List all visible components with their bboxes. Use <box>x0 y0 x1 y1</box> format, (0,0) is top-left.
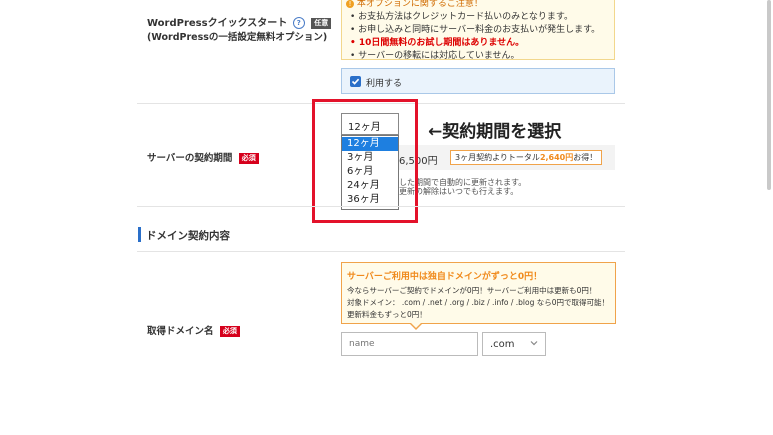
use-option-checkbox[interactable] <box>350 76 361 87</box>
notice-item: • サーバーの移転には対応していません。 <box>350 51 520 61</box>
wordpress-quickstart-label: WordPressクイックスタート ? 任意 <box>147 14 332 29</box>
annotation-text: ←契約期間を選択 <box>428 122 562 142</box>
domain-promo-box: サーバーご利用中は独自ドメインがずっと0円！ 今ならサーバーご契約でドメインが0… <box>341 262 616 330</box>
section-heading-accent <box>138 227 141 242</box>
scrollbar-thumb[interactable] <box>767 0 771 190</box>
domain-name-label: 取得ドメイン名 必須 <box>147 323 240 337</box>
domain-promo-title: サーバーご利用中は独自ドメインがずっと0円！ <box>347 272 543 282</box>
notice-header-text: 本オプションに関するご注意！ <box>356 0 483 9</box>
divider <box>137 251 625 252</box>
wordpress-quickstart-subtitle: (WordPressの一括設定無料オプション) <box>147 32 328 43</box>
optional-badge: 任意 <box>311 17 332 29</box>
domain-promo-line: 今ならサーバーご契約でドメインが0円！サーバーご利用中は更新も0円！ <box>347 286 597 295</box>
tld-select[interactable]: .com <box>482 332 546 356</box>
wordpress-quickstart-title: WordPressクイックスタート <box>147 18 288 29</box>
highlight-frame <box>312 99 418 223</box>
period-promo-badge: 3ヶ月契約よりトータル2,640円お得！ <box>450 150 603 165</box>
use-option-label[interactable]: 利用する <box>366 76 402 89</box>
divider <box>137 206 625 207</box>
notice-item: • お申し込みと同時にサーバー料金のお支払いが発生します。 <box>350 25 601 35</box>
option-notice-box: ! 本オプションに関するご注意！ • お支払方法はクレジットカード払いのみとなり… <box>341 0 615 61</box>
required-badge: 必須 <box>238 153 259 164</box>
chevron-down-icon <box>530 339 538 350</box>
domain-section-heading: ドメイン契約内容 <box>146 230 230 242</box>
callout-pointer-fill <box>411 323 421 328</box>
server-period-label: サーバーの契約期間 必須 <box>147 150 259 164</box>
notice-header: ! 本オプションに関するご注意！ <box>346 0 483 9</box>
required-badge: 必須 <box>219 326 240 337</box>
notice-item-warning: • 10日間無料のお試し期間はありません。 <box>350 38 525 48</box>
help-icon[interactable]: ? <box>292 17 305 29</box>
warning-icon: ! <box>346 0 354 8</box>
use-option-checkbox-row[interactable]: 利用する <box>341 68 615 94</box>
domain-promo-line: 更新料金もずっと0円！ <box>347 310 427 319</box>
domain-promo-line: 対象ドメイン： .com / .net / .org / .biz / .inf… <box>347 298 609 307</box>
notice-item: • お支払方法はクレジットカード払いのみとなります。 <box>350 12 574 22</box>
domain-name-input[interactable] <box>341 332 478 356</box>
